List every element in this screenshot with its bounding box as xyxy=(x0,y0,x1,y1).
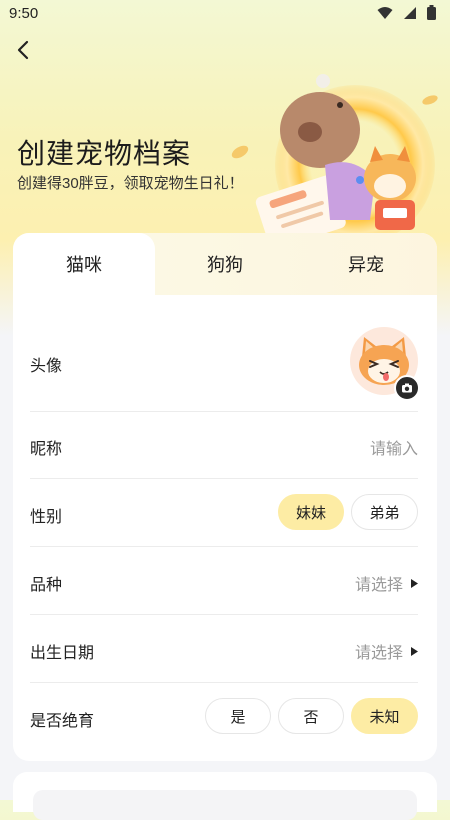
signal-icon xyxy=(404,6,416,19)
breed-select[interactable]: 请选择 xyxy=(355,571,418,595)
capybara-mascot-illustration xyxy=(231,74,438,245)
system-icons xyxy=(377,5,436,20)
neutered-label: 是否绝育 xyxy=(30,713,95,730)
breed-row[interactable]: 品种 请选择 xyxy=(30,546,418,615)
next-section-card xyxy=(13,772,437,820)
pet-profile-card: 猫咪 狗狗 异宠 头像 昵称 请输入 性别 妹妹 弟弟 品种 请选择 出生日期 … xyxy=(13,233,437,761)
tab-dog-label: 狗狗 xyxy=(207,255,243,275)
neutered-option-unknown-label: 未知 xyxy=(369,708,400,726)
caret-right-icon xyxy=(411,646,418,656)
wifi-icon xyxy=(377,6,393,19)
breed-label: 品种 xyxy=(30,577,63,594)
nickname-row[interactable]: 昵称 请输入 xyxy=(30,411,418,479)
gender-label: 性别 xyxy=(30,509,63,526)
tab-cat[interactable]: 猫咪 xyxy=(13,233,155,295)
avatar-row: 头像 xyxy=(30,311,420,412)
neutered-option-no[interactable]: 否 xyxy=(278,698,344,734)
avatar-upload[interactable] xyxy=(350,327,420,401)
birthday-placeholder: 请选择 xyxy=(354,645,403,662)
neutered-row: 是否绝育 是 否 未知 xyxy=(30,682,418,750)
gender-option-girl[interactable]: 妹妹 xyxy=(278,494,344,530)
next-section-placeholder xyxy=(33,790,417,820)
neutered-option-no-label: 否 xyxy=(303,708,319,726)
page-subtitle: 创建得30胖豆，领取宠物生日礼！ xyxy=(17,175,244,192)
neutered-option-unknown[interactable]: 未知 xyxy=(351,698,418,734)
tab-exotic-label: 异宠 xyxy=(348,255,384,275)
nickname-input[interactable]: 请输入 xyxy=(370,435,418,459)
gender-option-boy[interactable]: 弟弟 xyxy=(351,494,418,530)
gender-row: 性别 妹妹 弟弟 xyxy=(30,478,418,547)
avatar-label: 头像 xyxy=(30,358,63,375)
battery-icon xyxy=(427,5,436,20)
gender-option-boy-label: 弟弟 xyxy=(369,504,400,522)
tab-exotic[interactable]: 异宠 xyxy=(295,233,437,295)
gender-option-girl-label: 妹妹 xyxy=(295,504,326,522)
tab-cat-label: 猫咪 xyxy=(66,255,102,275)
birthday-select[interactable]: 请选择 xyxy=(355,639,418,663)
caret-right-icon xyxy=(411,578,418,588)
page-title: 创建宠物档案 xyxy=(17,138,192,169)
camera-icon[interactable] xyxy=(394,375,420,401)
neutered-option-yes-label: 是 xyxy=(230,708,246,726)
status-bar: 9:50 xyxy=(0,0,450,26)
breed-placeholder: 请选择 xyxy=(354,577,403,594)
nickname-label: 昵称 xyxy=(30,441,63,458)
tab-dog[interactable]: 狗狗 xyxy=(155,233,295,295)
pet-type-tabs: 猫咪 狗狗 异宠 xyxy=(13,233,437,295)
birthday-row[interactable]: 出生日期 请选择 xyxy=(30,614,418,683)
neutered-option-yes[interactable]: 是 xyxy=(205,698,271,734)
status-time: 9:50 xyxy=(9,5,39,22)
back-arrow-icon[interactable] xyxy=(12,38,36,62)
birthday-label: 出生日期 xyxy=(30,645,95,662)
